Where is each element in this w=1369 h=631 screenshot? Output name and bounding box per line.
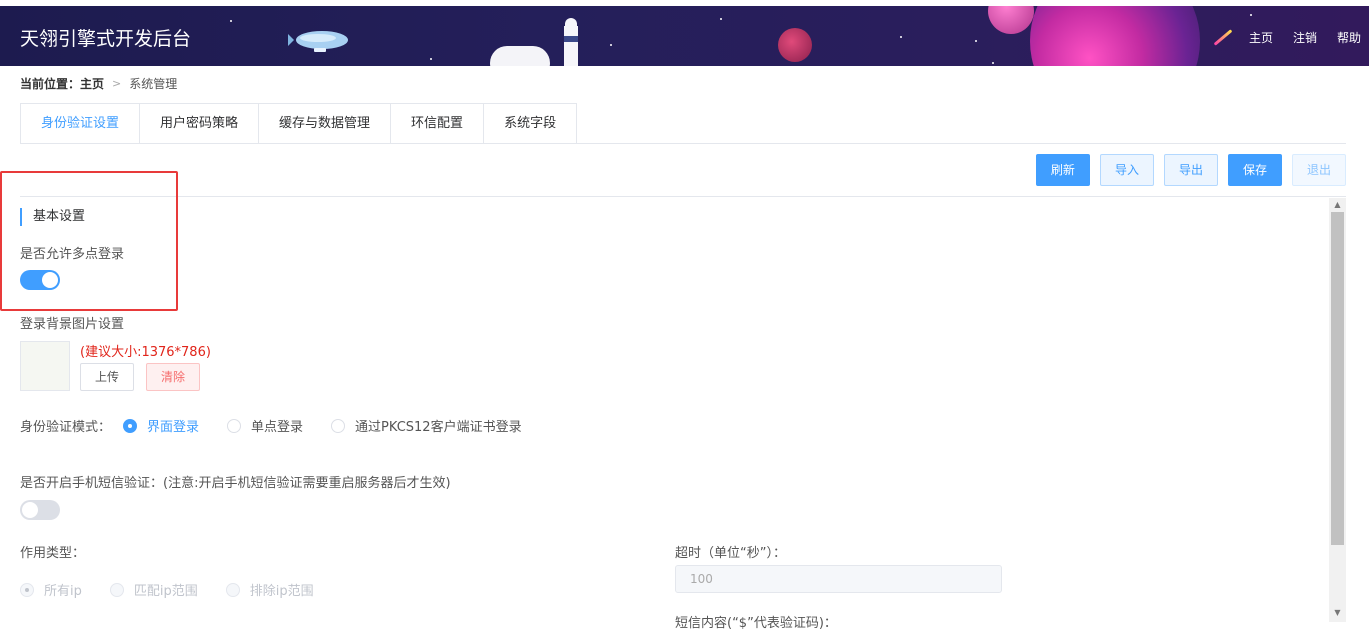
exit-button[interactable]: 退出 — [1291, 154, 1346, 186]
tab-system-fields[interactable]: 系统字段 — [484, 103, 578, 144]
timeout-input[interactable]: 100 — [675, 565, 1002, 593]
tabs-divider — [20, 143, 1346, 144]
radio-ui-login[interactable]: 界面登录 — [123, 416, 199, 435]
bg-image-label: 登录背景图片设置 — [20, 317, 125, 332]
breadcrumb-home-link[interactable]: 主页 — [80, 75, 104, 92]
top-nav: 主页 注销 帮助 — [1249, 29, 1361, 46]
radio-match-ip-range[interactable]: 匹配ip范围 — [109, 580, 198, 599]
breadcrumb-current: 系统管理 — [129, 77, 178, 91]
planet-small-red — [778, 28, 812, 62]
radio-all-ip[interactable]: 所有ip — [20, 580, 82, 599]
lighthouse-decoration — [564, 18, 578, 66]
export-button[interactable]: 导出 — [1163, 154, 1218, 186]
tab-password-policy[interactable]: 用户密码策略 — [140, 103, 260, 144]
app-header: 天翎引擎式开发后台 主页 注销 帮助 — [0, 6, 1369, 66]
sms-verify-label: 是否开启手机短信验证：(注意:开启手机短信验证需要重启服务器后才生效) — [20, 476, 451, 491]
section-title: 基本设置 — [20, 208, 85, 226]
import-button[interactable]: 导入 — [1099, 154, 1154, 186]
multi-login-label: 是否允许多点登录 — [20, 247, 125, 262]
annotation-highlight-box — [0, 171, 178, 311]
upload-button[interactable]: 上传 — [80, 363, 135, 391]
auth-mode-label: 身份验证模式： — [20, 420, 112, 435]
nav-home-link[interactable]: 主页 — [1249, 29, 1273, 46]
toolbar-divider — [20, 196, 1346, 197]
breadcrumb-prefix: 当前位置： — [20, 77, 81, 91]
scrollbar-thumb[interactable] — [1331, 212, 1344, 545]
meteor-decoration — [1213, 29, 1233, 46]
timeout-label: 超时（单位“秒”）： — [675, 546, 786, 561]
tab-auth-settings[interactable]: 身份验证设置 — [20, 103, 141, 144]
breadcrumb-separator-icon: > — [112, 77, 122, 90]
sms-verify-toggle[interactable] — [20, 500, 60, 520]
settings-tabs: 身份验证设置 用户密码策略 缓存与数据管理 环信配置 系统字段 — [20, 103, 578, 144]
bg-image-size-hint: (建议大小:1376*786) — [80, 345, 211, 360]
nav-help-link[interactable]: 帮助 — [1337, 29, 1361, 46]
save-button[interactable]: 保存 — [1227, 154, 1282, 186]
planet-small-pink — [988, 6, 1034, 34]
vertical-scrollbar[interactable]: ▲ ▼ — [1329, 198, 1346, 622]
scope-group: 所有ip 匹配ip范围 排除ip范围 — [20, 580, 342, 599]
auth-mode-group: 身份验证模式： 界面登录 单点登录 通过PKCS12客户端证书登录 — [20, 416, 550, 435]
radio-sso-login[interactable]: 单点登录 — [227, 416, 303, 435]
tab-cache-data[interactable]: 缓存与数据管理 — [259, 103, 392, 144]
scroll-down-icon[interactable]: ▼ — [1329, 606, 1346, 620]
radio-pkcs12-login[interactable]: 通过PKCS12客户端证书登录 — [331, 416, 522, 435]
scope-label: 作用类型： — [20, 546, 86, 561]
tab-easemob-config[interactable]: 环信配置 — [391, 103, 485, 144]
radio-exclude-ip-range[interactable]: 排除ip范围 — [225, 580, 314, 599]
app-title: 天翎引擎式开发后台 — [20, 28, 192, 50]
refresh-button[interactable]: 刷新 — [1035, 154, 1090, 186]
cloud-decoration — [490, 46, 550, 66]
action-toolbar: 刷新 导入 导出 保存 退出 — [1035, 154, 1346, 186]
nav-logout-link[interactable]: 注销 — [1293, 29, 1317, 46]
clear-button[interactable]: 清除 — [146, 363, 201, 391]
bg-image-thumbnail — [20, 341, 70, 391]
multi-login-toggle[interactable] — [20, 270, 60, 290]
breadcrumb: 当前位置： 主页 > 系统管理 — [20, 75, 177, 92]
scroll-up-icon[interactable]: ▲ — [1329, 198, 1346, 212]
blimp-icon — [288, 31, 348, 52]
planet-illustration — [1030, 6, 1200, 66]
